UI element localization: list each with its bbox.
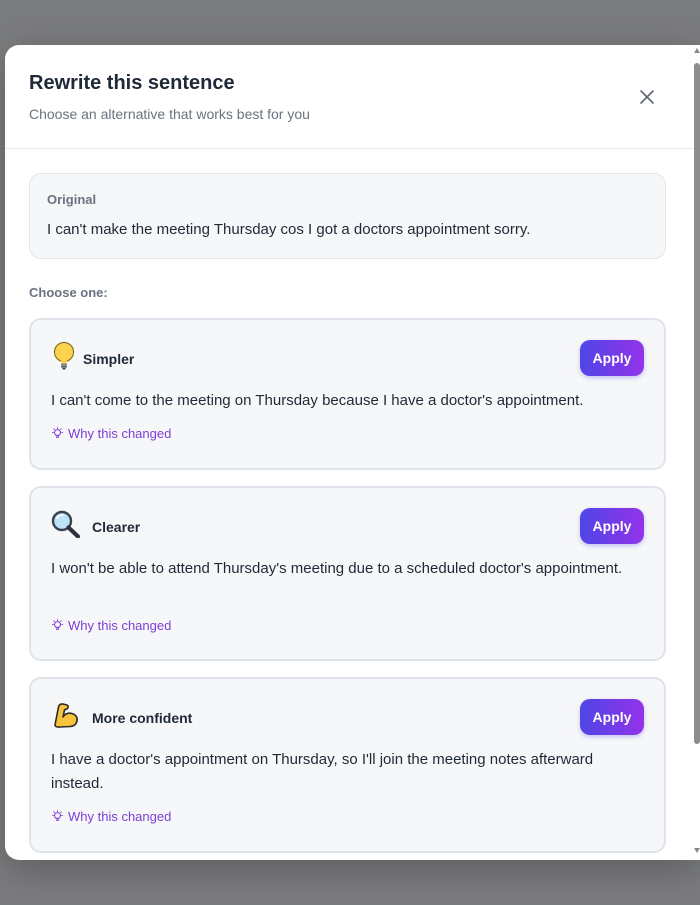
why-changed-link-clearer[interactable]: Why this changed	[51, 618, 171, 633]
rewrite-dialog: Rewrite this sentence Choose an alternat…	[5, 45, 700, 860]
why-changed-link-more-confident[interactable]: Why this changed	[51, 809, 171, 824]
option-card-simpler[interactable]: Simpler Apply I can't come to the meetin…	[29, 318, 666, 470]
option-text: I won't be able to attend Thursday's mee…	[51, 560, 623, 577]
dialog-title: Rewrite this sentence	[29, 72, 235, 94]
dialog-scrollbar[interactable]	[693, 45, 700, 860]
why-changed-label: Why this changed	[68, 618, 172, 633]
close-icon	[640, 90, 654, 104]
dialog-header: Rewrite this sentence Choose an alternat…	[5, 45, 695, 149]
why-changed-link-simpler[interactable]: Why this changed	[51, 426, 171, 441]
option-text: I can't come to the meeting on Thursday …	[51, 392, 584, 409]
option-card-clearer[interactable]: Clearer Apply I won't be able to attend …	[29, 486, 666, 661]
option-name: More confident	[92, 710, 193, 726]
lightbulb-icon	[54, 342, 74, 370]
option-card-more-confident[interactable]: More confident Apply I have a doctor's a…	[29, 677, 666, 853]
choose-one-label: Choose one:	[29, 285, 108, 300]
why-changed-label: Why this changed	[68, 809, 172, 824]
dialog-subtitle: Choose an alternative that works best fo…	[29, 106, 310, 122]
lightbulb-outline-icon	[52, 619, 63, 630]
close-button[interactable]	[635, 85, 659, 109]
scrollbar-thumb[interactable]	[694, 63, 700, 744]
why-changed-label: Why this changed	[68, 426, 172, 441]
original-text: I can't make the meeting Thursday cos I …	[47, 221, 531, 238]
original-label: Original	[47, 192, 97, 207]
scroll-up-arrow-icon[interactable]	[694, 48, 700, 53]
original-sentence-box: Original I can't make the meeting Thursd…	[29, 173, 666, 259]
option-name: Clearer	[92, 519, 141, 535]
scroll-down-arrow-icon[interactable]	[694, 848, 700, 853]
apply-button-simpler[interactable]: Apply	[580, 340, 644, 376]
lightbulb-outline-icon	[52, 427, 63, 438]
apply-button-more-confident[interactable]: Apply	[580, 699, 644, 735]
option-name: Simpler	[83, 351, 135, 367]
option-text: I have a doctor's appointment on Thursda…	[51, 751, 594, 792]
lightbulb-outline-icon	[52, 810, 63, 821]
magnifying-glass-icon	[51, 510, 81, 538]
flexed-biceps-icon	[54, 703, 78, 728]
apply-button-clearer[interactable]: Apply	[580, 508, 644, 544]
